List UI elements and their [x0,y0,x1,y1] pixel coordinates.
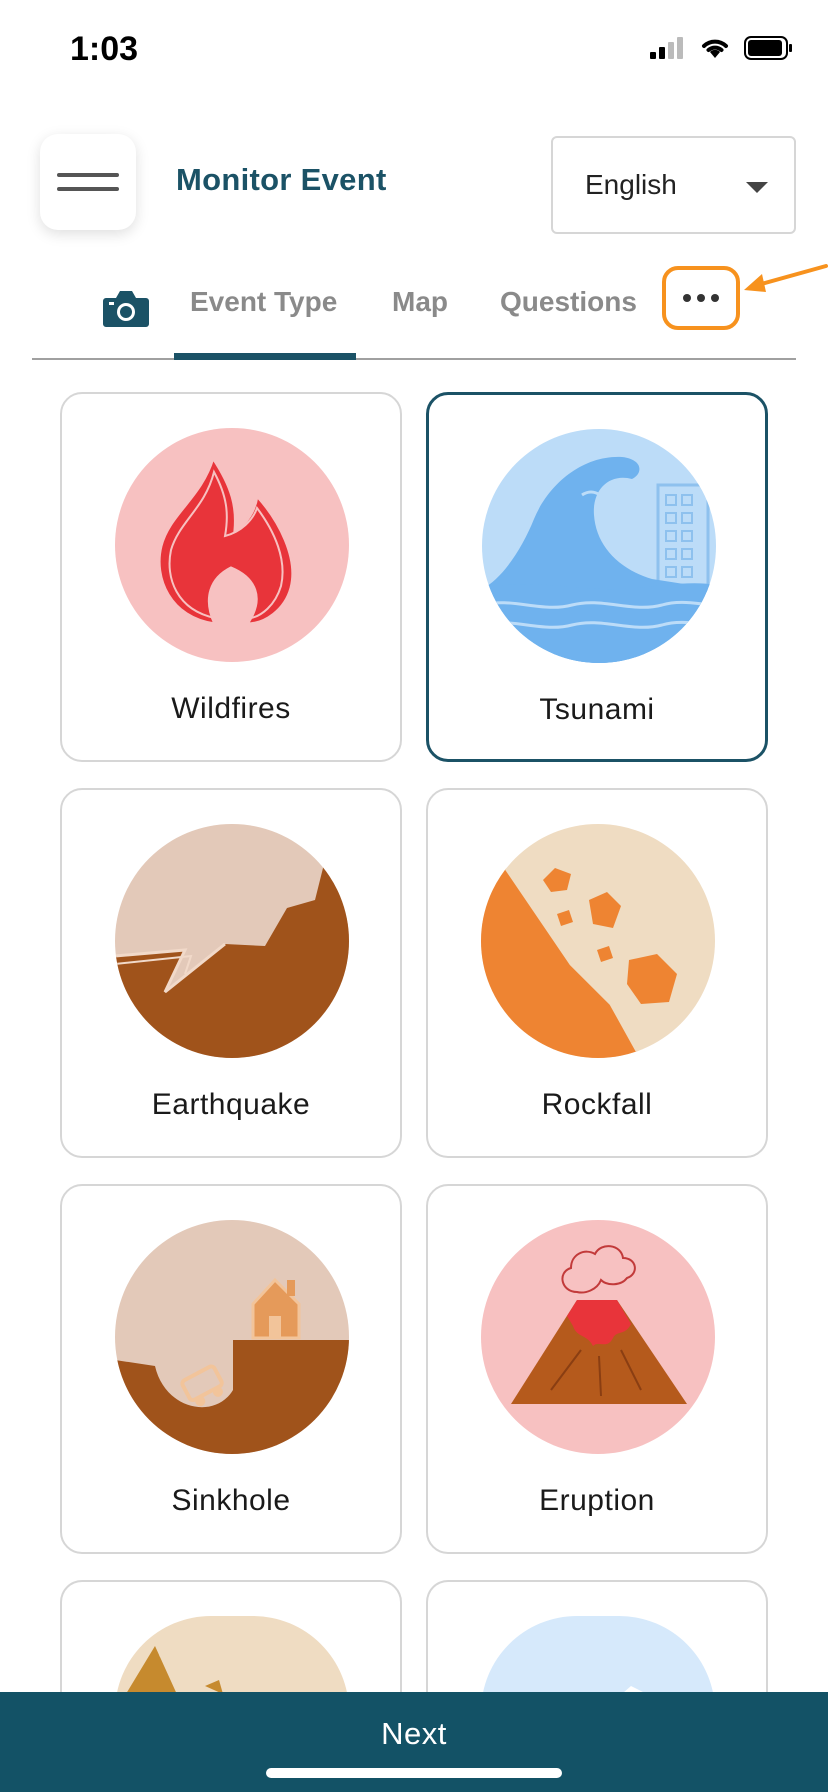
annotation-arrow-icon [744,264,828,292]
earthquake-icon [115,824,349,1058]
tab-map[interactable]: Map [392,286,448,318]
tab-bar: Event Type Map Questions [32,266,796,360]
more-icon-dot [697,294,705,302]
signal-icon [650,37,683,59]
camera-icon[interactable] [102,288,150,328]
tsunami-icon [482,429,716,663]
wildfire-icon [115,428,349,662]
wifi-icon [702,39,728,58]
more-tabs-button[interactable] [662,266,740,330]
header: Monitor Event English [0,134,828,234]
active-tab-indicator [174,353,356,360]
more-icon-dot [711,294,719,302]
language-value: English [585,169,677,200]
event-label: Wildfires [171,692,291,725]
event-label: Eruption [539,1484,655,1517]
home-indicator[interactable] [266,1768,562,1778]
event-card-wildfires[interactable]: Wildfires [60,392,402,762]
menu-icon-line [57,187,119,191]
caret-down-icon [746,182,768,193]
status-bar: 1:03 [0,0,828,100]
eruption-icon [481,1220,715,1454]
next-label: Next [381,1716,447,1751]
event-label: Tsunami [539,693,655,726]
sinkhole-icon [115,1220,349,1454]
status-icons [650,36,794,60]
event-label: Sinkhole [171,1484,291,1517]
language-select[interactable]: English [551,136,796,234]
tab-event-type[interactable]: Event Type [190,286,337,318]
event-card-partial-right[interactable] [426,1580,768,1712]
event-card-sinkhole[interactable]: Sinkhole [60,1184,402,1554]
battery-icon [744,36,792,60]
event-card-rockfall[interactable]: Rockfall [426,788,768,1158]
more-icon [683,294,691,302]
event-card-eruption[interactable]: Eruption [426,1184,768,1554]
event-label: Rockfall [541,1088,653,1121]
event-card-tsunami[interactable]: Tsunami [426,392,768,762]
menu-button[interactable] [40,134,136,230]
event-card-partial-left[interactable] [60,1580,402,1712]
status-time: 1:03 [70,30,139,68]
menu-icon [57,173,119,177]
event-card-earthquake[interactable]: Earthquake [60,788,402,1158]
event-label: Earthquake [151,1088,311,1121]
page-title: Monitor Event [176,162,387,197]
tab-questions[interactable]: Questions [500,286,637,318]
rockfall-icon [481,824,715,1058]
